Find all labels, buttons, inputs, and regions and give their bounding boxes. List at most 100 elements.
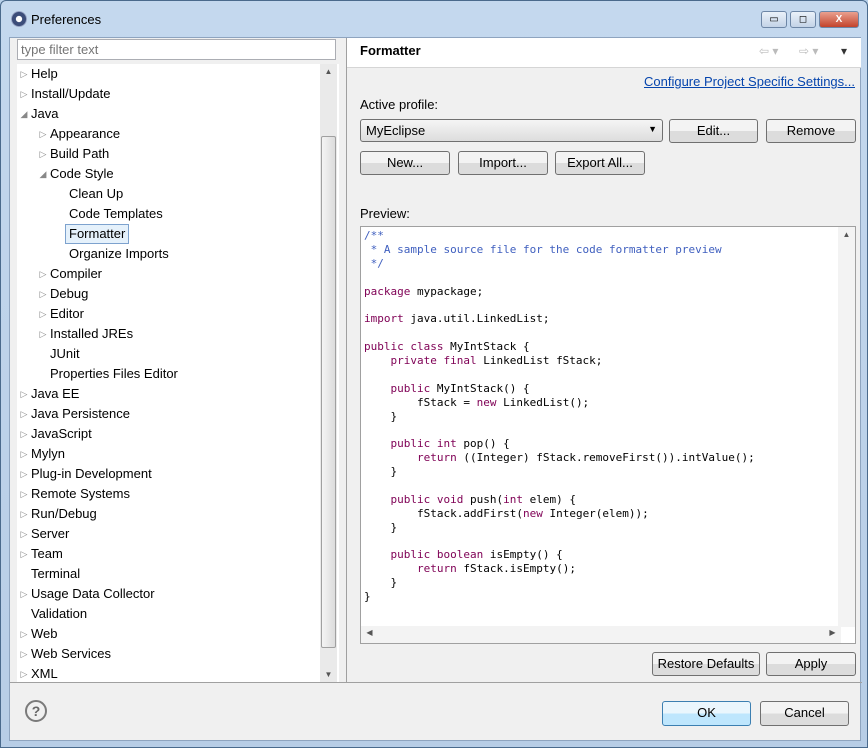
collapsed-arrow-icon[interactable]: ▷ bbox=[19, 624, 29, 644]
collapsed-arrow-icon[interactable]: ▷ bbox=[19, 664, 29, 682]
preferences-window: Preferences ▭ ◻ X ▷Help▷Install/Update◢J… bbox=[0, 0, 868, 748]
tree-item-label: JUnit bbox=[50, 346, 80, 361]
tree-item[interactable]: ▷ Build Path bbox=[17, 144, 317, 164]
code-line: package mypackage; bbox=[364, 285, 755, 299]
preview-vertical-scrollbar[interactable]: ▲ bbox=[838, 227, 855, 627]
eclipse-app-icon bbox=[11, 11, 27, 27]
tree-scrollbar[interactable]: ▲ ▼ bbox=[320, 64, 337, 682]
tree-item[interactable]: ▷ Mylyn bbox=[17, 444, 317, 464]
scroll-right-arrow-icon[interactable]: ▶ bbox=[824, 628, 841, 637]
tree-item-label: Java Persistence bbox=[31, 406, 130, 421]
tree-item[interactable]: ▷ Web bbox=[17, 624, 317, 644]
tree-item[interactable]: ▷ Plug-in Development bbox=[17, 464, 317, 484]
scroll-up-arrow-icon[interactable]: ▲ bbox=[838, 230, 855, 239]
tree-item[interactable]: ▷ Remote Systems bbox=[17, 484, 317, 504]
collapsed-arrow-icon[interactable]: ▷ bbox=[19, 464, 29, 484]
tree-item[interactable]: JUnit bbox=[17, 344, 317, 364]
code-token: LinkedList(); bbox=[496, 395, 590, 409]
tree-item[interactable]: Organize Imports bbox=[17, 244, 317, 264]
tree-item[interactable]: Properties Files Editor bbox=[17, 364, 317, 384]
configure-project-settings-link[interactable]: Configure Project Specific Settings... bbox=[644, 74, 855, 89]
collapsed-arrow-icon[interactable]: ▷ bbox=[19, 84, 29, 104]
tree-item[interactable]: Formatter bbox=[17, 224, 317, 244]
collapsed-arrow-icon[interactable]: ▷ bbox=[19, 584, 29, 604]
tree-item[interactable]: ◢ Java bbox=[17, 104, 317, 124]
tree-item[interactable]: ▷ Usage Data Collector bbox=[17, 584, 317, 604]
code-token: pop() { bbox=[456, 437, 510, 451]
collapsed-arrow-icon[interactable]: ▷ bbox=[38, 324, 48, 344]
tree-item[interactable]: ▷ Team bbox=[17, 544, 317, 564]
collapsed-arrow-icon[interactable]: ▷ bbox=[19, 504, 29, 524]
restore-defaults-button[interactable]: Restore Defaults bbox=[652, 652, 760, 676]
remove-button[interactable]: Remove bbox=[766, 119, 856, 143]
close-button[interactable]: X bbox=[819, 11, 859, 28]
tree-item[interactable]: Clean Up bbox=[17, 184, 317, 204]
tree-item[interactable]: ▷ Editor bbox=[17, 304, 317, 324]
tree-item[interactable]: ▷ Java Persistence bbox=[17, 404, 317, 424]
code-line: * A sample source file for the code form… bbox=[364, 243, 755, 257]
tree-item-label: Web bbox=[31, 626, 58, 641]
export-all-button[interactable]: Export All... bbox=[555, 151, 645, 175]
forward-arrow-icon[interactable]: ⇨ ▾ bbox=[799, 44, 818, 58]
code-token: MyIntStack { bbox=[443, 340, 530, 354]
collapsed-arrow-icon[interactable]: ▷ bbox=[38, 264, 48, 284]
tree-item[interactable]: Code Templates bbox=[17, 204, 317, 224]
tree-item[interactable]: ▷ Appearance bbox=[17, 124, 317, 144]
collapsed-arrow-icon[interactable]: ▷ bbox=[19, 484, 29, 504]
import-button[interactable]: Import... bbox=[458, 151, 548, 175]
collapsed-arrow-icon[interactable]: ▷ bbox=[19, 404, 29, 424]
tree-item[interactable]: ▷ XML bbox=[17, 664, 317, 682]
apply-button[interactable]: Apply bbox=[766, 652, 856, 676]
collapsed-arrow-icon[interactable]: ▷ bbox=[38, 284, 48, 304]
collapsed-arrow-icon[interactable]: ▷ bbox=[19, 544, 29, 564]
collapsed-arrow-icon[interactable]: ▷ bbox=[19, 644, 29, 664]
tree-item[interactable]: ▷ Help bbox=[17, 64, 317, 84]
expanded-arrow-icon[interactable]: ◢ bbox=[19, 104, 29, 124]
preview-horizontal-scrollbar[interactable]: ◀ ▶ bbox=[361, 626, 841, 643]
help-icon[interactable]: ? bbox=[25, 700, 47, 722]
minimize-button[interactable]: ▭ bbox=[761, 11, 787, 28]
collapsed-arrow-icon[interactable]: ▷ bbox=[19, 524, 29, 544]
tree-item-label: Plug-in Development bbox=[31, 466, 152, 481]
tree-item[interactable]: ▷ Run/Debug bbox=[17, 504, 317, 524]
cancel-button[interactable]: Cancel bbox=[760, 701, 849, 726]
collapsed-arrow-icon[interactable]: ▷ bbox=[38, 144, 48, 164]
collapsed-arrow-icon[interactable]: ▷ bbox=[19, 384, 29, 404]
code-line: return fStack.isEmpty(); bbox=[364, 562, 755, 576]
code-token: fStack.isEmpty(); bbox=[456, 562, 576, 576]
scrollbar-thumb[interactable] bbox=[321, 136, 336, 648]
scroll-left-arrow-icon[interactable]: ◀ bbox=[361, 628, 378, 637]
tree-item-label: Team bbox=[31, 546, 63, 561]
profile-select[interactable]: MyEclipse ▼ bbox=[360, 119, 663, 142]
new-button[interactable]: New... bbox=[360, 151, 450, 175]
expanded-arrow-icon[interactable]: ◢ bbox=[38, 164, 48, 184]
tree-item[interactable]: ▷ Debug bbox=[17, 284, 317, 304]
collapsed-arrow-icon[interactable]: ▷ bbox=[19, 444, 29, 464]
tree-item[interactable]: ▷ Install/Update bbox=[17, 84, 317, 104]
scroll-down-arrow-icon[interactable]: ▼ bbox=[320, 670, 337, 679]
view-menu-icon[interactable]: ▾ bbox=[841, 44, 847, 58]
back-arrow-icon[interactable]: ⇦ ▾ bbox=[759, 44, 778, 58]
tree-item[interactable]: ◢ Code Style bbox=[17, 164, 317, 184]
collapsed-arrow-icon[interactable]: ▷ bbox=[38, 124, 48, 144]
tree-item[interactable]: Validation bbox=[17, 604, 317, 624]
code-line: */ bbox=[364, 257, 755, 271]
filter-input[interactable] bbox=[17, 39, 336, 60]
ok-button[interactable]: OK bbox=[662, 701, 751, 726]
code-line: fStack.addFirst(new Integer(elem)); bbox=[364, 507, 755, 521]
tree-item[interactable]: ▷ Installed JREs bbox=[17, 324, 317, 344]
collapsed-arrow-icon[interactable]: ▷ bbox=[38, 304, 48, 324]
tree-item[interactable]: ▷ Server bbox=[17, 524, 317, 544]
tree-item[interactable]: ▷ Web Services bbox=[17, 644, 317, 664]
tree-item[interactable]: Terminal bbox=[17, 564, 317, 584]
tree-item[interactable]: ▷ Compiler bbox=[17, 264, 317, 284]
collapsed-arrow-icon[interactable]: ▷ bbox=[19, 424, 29, 444]
collapsed-arrow-icon[interactable]: ▷ bbox=[19, 64, 29, 84]
tree-item[interactable]: ▷ Java EE bbox=[17, 384, 317, 404]
tree-item[interactable]: ▷ JavaScript bbox=[17, 424, 317, 444]
scroll-up-arrow-icon[interactable]: ▲ bbox=[320, 67, 337, 76]
maximize-button[interactable]: ◻ bbox=[790, 11, 816, 28]
code-line: /** bbox=[364, 229, 755, 243]
edit-button[interactable]: Edit... bbox=[669, 119, 758, 143]
